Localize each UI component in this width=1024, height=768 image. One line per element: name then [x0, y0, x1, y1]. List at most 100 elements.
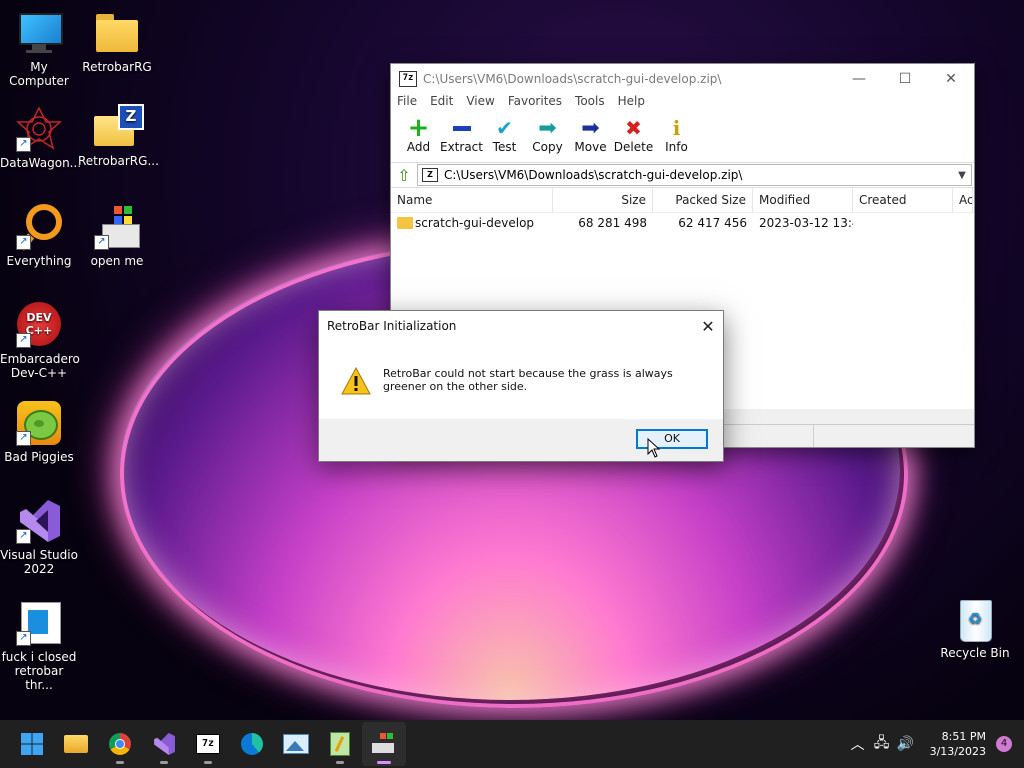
minimize-button[interactable]: — — [836, 64, 882, 94]
recycle-bin-icon: ♻ — [952, 596, 998, 642]
dialog-titlebar[interactable]: RetroBar Initialization ✕ — [319, 311, 723, 341]
desktop-icon-label: RetrobarRG — [82, 60, 152, 74]
volume-icon[interactable]: 🔊 — [894, 736, 918, 752]
desktop-icon-retrobarrg[interactable]: RetrobarRG — [78, 10, 156, 74]
datawagon-icon: ↗ — [16, 106, 62, 152]
menubar: File Edit View Favorites Tools Help — [391, 94, 974, 112]
desktop-icon-recycle-bin[interactable]: ♻ Recycle Bin — [936, 596, 1014, 660]
taskbar-visual-studio[interactable] — [142, 722, 186, 766]
test-label: Test — [492, 140, 517, 154]
test-button[interactable]: ✔ Test — [483, 112, 526, 162]
sevenzip-title: C:\Users\VM6\Downloads\scratch-gui-devel… — [423, 72, 722, 86]
copy-label: Copy — [532, 140, 563, 154]
column-header-packed-size[interactable]: Packed Size — [653, 188, 753, 212]
move-label: Move — [574, 140, 607, 154]
column-header-modified[interactable]: Modified — [753, 188, 853, 212]
chevron-down-icon[interactable]: ▼ — [953, 170, 971, 181]
sevenzip-titlebar[interactable]: 7z C:\Users\VM6\Downloads\scratch-gui-de… — [391, 64, 974, 94]
desktop-icon-label: Visual Studio 2022 — [0, 548, 78, 576]
dialog-close-button[interactable]: ✕ — [693, 317, 723, 336]
maximize-icon: ☐ — [898, 71, 912, 87]
edge-icon — [241, 733, 263, 755]
desktop-icon-bad-piggies[interactable]: ↗ Bad Piggies — [0, 400, 78, 464]
taskbar-file-explorer[interactable] — [54, 722, 98, 766]
taskbar-photos[interactable] — [274, 722, 318, 766]
row-packed-size: 62 417 456 — [678, 216, 747, 230]
extract-button[interactable]: Extract — [440, 112, 483, 162]
zip-file-icon: Z — [422, 168, 438, 182]
maximize-button[interactable]: ☐ — [882, 64, 928, 94]
taskbar-open-me[interactable] — [362, 722, 406, 766]
desktop-icon-label: DataWagon... — [0, 156, 82, 170]
desktop-icon-devcpp[interactable]: DEV C++ ↗ Embarcadero Dev-C++ — [0, 302, 80, 380]
shortcut-arrow-icon: ↗ — [16, 529, 31, 544]
windows-logo-icon — [21, 733, 43, 755]
column-header-size[interactable]: Size — [553, 188, 653, 212]
delete-button[interactable]: ✖ Delete — [612, 112, 655, 162]
menu-edit[interactable]: Edit — [430, 94, 453, 112]
desktop-icon-my-computer[interactable]: My Computer — [0, 10, 78, 88]
column-headers: Name Size Packed Size Modified Created A… — [391, 188, 974, 213]
info-button[interactable]: i Info — [655, 112, 698, 162]
windows-setup-icon: ↗ — [94, 204, 140, 250]
checkmark-icon: ✔ — [496, 116, 513, 140]
sevenzip-icon: 7z — [196, 734, 220, 754]
desktop-icon-open-me[interactable]: ↗ open me — [78, 204, 156, 268]
up-arrow-icon: ⇧ — [397, 165, 411, 185]
visual-studio-icon: ↗ — [16, 498, 62, 544]
move-button[interactable]: ➡ Move — [569, 112, 612, 162]
clock[interactable]: 8:51 PM 3/13/2023 — [930, 729, 986, 759]
dialog-body: RetroBar could not start because the gra… — [319, 341, 723, 411]
notepad-icon — [330, 732, 350, 756]
sevenzip-app-icon: 7z — [399, 71, 417, 87]
add-button[interactable]: + Add — [397, 112, 440, 162]
shortcut-arrow-icon: ↗ — [16, 631, 31, 646]
system-tray: ︿ 🖧 🔊 8:51 PM 3/13/2023 4 — [846, 729, 1024, 759]
close-button[interactable]: ✕ — [928, 64, 974, 94]
up-folder-button[interactable]: ⇧ — [391, 166, 417, 185]
table-row[interactable]: scratch-gui-develop 68 281 498 62 417 45… — [391, 213, 974, 233]
warning-icon — [341, 366, 371, 398]
desktop-icon-label: Everything — [6, 254, 72, 268]
extract-label: Extract — [440, 140, 483, 154]
desktop-icon-everything[interactable]: ↗ Everything — [0, 204, 78, 268]
arrow-right-icon: ➡ — [538, 115, 557, 141]
desktop-icon-label: Bad Piggies — [4, 450, 74, 464]
address-input[interactable]: Z C:\Users\VM6\Downloads\scratch-gui-dev… — [417, 164, 972, 186]
desktop-icon-datawagon[interactable]: ↗ DataWagon... — [0, 106, 82, 170]
start-button[interactable] — [10, 722, 54, 766]
magnifier-icon: ↗ — [16, 204, 62, 251]
clock-date: 3/13/2023 — [929, 745, 986, 758]
image-viewer-icon — [283, 734, 309, 754]
taskbar-notepad[interactable] — [318, 722, 362, 766]
minimize-icon: — — [852, 71, 866, 87]
error-dialog[interactable]: RetroBar Initialization ✕ RetroBar could… — [318, 310, 724, 462]
info-label: Info — [665, 140, 688, 154]
taskbar-7zip[interactable]: 7z — [186, 722, 230, 766]
desktop-icon-visual-studio[interactable]: ↗ Visual Studio 2022 — [0, 498, 78, 576]
desktop-icon-label: open me — [90, 254, 144, 268]
monitor-icon — [16, 10, 63, 56]
menu-help[interactable]: Help — [618, 94, 645, 112]
column-header-accessed[interactable]: Ac — [953, 188, 973, 212]
dialog-title: RetroBar Initialization — [327, 319, 457, 333]
copy-button[interactable]: ➡ Copy — [526, 112, 569, 162]
notification-badge[interactable]: 4 — [996, 736, 1012, 752]
folder-icon — [397, 217, 413, 229]
taskbar-edge[interactable] — [230, 722, 274, 766]
taskbar-chrome[interactable] — [98, 722, 142, 766]
desktop-icon-label: fuck i closed retrobar thr... — [1, 650, 77, 692]
address-text: C:\Users\VM6\Downloads\scratch-gui-devel… — [444, 168, 743, 182]
menu-file[interactable]: File — [397, 94, 417, 112]
menu-tools[interactable]: Tools — [575, 94, 605, 112]
column-header-name[interactable]: Name — [391, 188, 553, 212]
menu-view[interactable]: View — [466, 94, 494, 112]
chevron-up-icon[interactable]: ︿ — [846, 734, 870, 754]
network-icon[interactable]: 🖧 — [870, 732, 894, 756]
column-header-created[interactable]: Created — [853, 188, 953, 212]
windows-setup-icon — [372, 733, 396, 755]
folder-icon — [64, 735, 88, 753]
menu-favorites[interactable]: Favorites — [508, 94, 562, 112]
desktop-icon-retrobarrg-zip[interactable]: Z RetrobarRG... — [78, 104, 159, 168]
desktop-icon-text-file[interactable]: ↗ fuck i closed retrobar thr... — [0, 600, 78, 692]
